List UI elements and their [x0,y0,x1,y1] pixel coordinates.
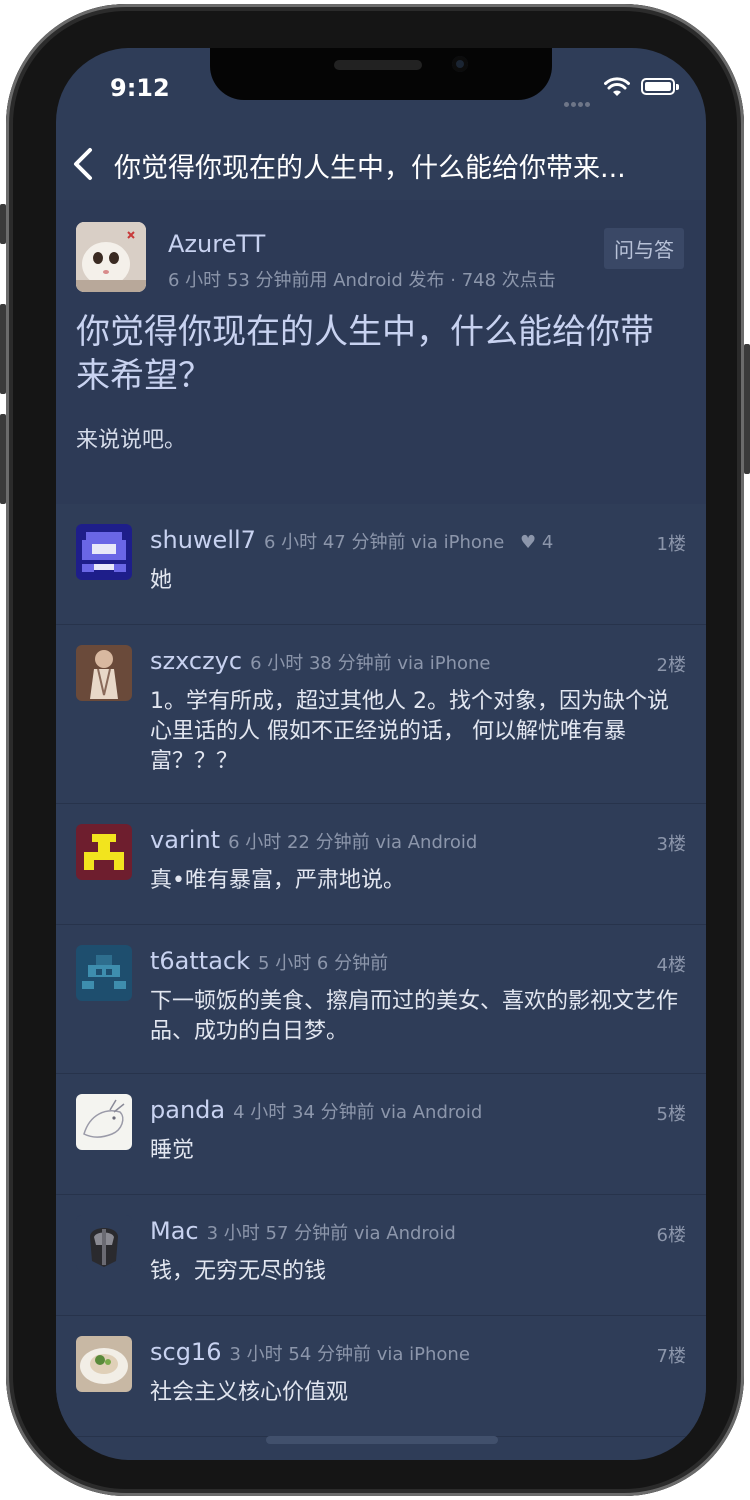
reply-info: 5 小时 6 分钟前 [258,953,389,974]
reply-username[interactable]: panda [150,1096,225,1124]
reply-user-line: shuwell7 6 小时 47 分钟前 via iPhone ♥ 4 [150,526,553,554]
reply-text: 她 [150,568,173,593]
reply-info: 6 小时 47 分钟前 via iPhone [263,532,505,553]
reply-text: 钱，无穷无尽的钱 [150,1259,327,1284]
topic-title: 你觉得你现在的人生中，什么能给你带来希望？ [76,312,654,396]
reply-text: 下一顿饭的美食、擦肩而过的美女、喜欢的影视文艺作品、成功的白日梦。 [150,989,679,1044]
reply-floor: 5楼 [656,1104,686,1125]
reply-likes: ♥ 4 [520,532,554,553]
topic-meta: 6 小时 53 分钟前用 Android 发布 · 748 次点击 [168,270,556,291]
reply-username[interactable]: scg16 [150,1338,221,1366]
author-avatar[interactable] [76,222,146,292]
reply-info: 6 小时 22 分钟前 via Android [228,832,478,853]
reply-floor: 1楼 [656,534,686,555]
author-name[interactable]: AzureTT [168,230,265,258]
reply-item[interactable]: shuwell7 6 小时 47 分钟前 via iPhone ♥ 4 1楼 她 [56,504,706,625]
reply-username[interactable]: varint [150,826,220,854]
reply-floor: 3楼 [656,834,686,855]
reply-text: 真•唯有暴富，严肃地说。 [150,868,405,893]
phone-frame: 9:12 你觉得你现在的人生中，什么能给你带来... AzureTT 问与答 6… [0,4,750,1496]
reply-item[interactable]: t6attack 5 小时 6 分钟前 4楼 下一顿饭的美食、擦肩而过的美女、喜欢… [56,925,706,1074]
topic-header: AzureTT 问与答 6 小时 53 分钟前用 Android 发布 · 74… [56,200,706,504]
node-tag[interactable]: 问与答 [604,228,684,269]
reply-username[interactable]: Mac [150,1217,199,1245]
reply-item[interactable]: scg16 3 小时 54 分钟前 via iPhone 7楼 社会主义核心价值观 [56,1316,706,1437]
reply-info: 3 小时 57 分钟前 via Android [206,1223,456,1244]
volume-up-button [0,304,6,394]
wifi-icon [604,77,630,96]
reply-info: 6 小时 38 分钟前 via iPhone [250,653,491,674]
sketch-avatar-icon [76,1094,132,1150]
home-indicator[interactable] [266,1436,498,1444]
pixel-avatar-icon [76,524,132,580]
reply-floor: 4楼 [656,955,686,976]
reply-avatar[interactable] [76,945,132,1001]
pixel-avatar-icon [76,824,132,880]
reply-avatar[interactable] [76,645,132,701]
reply-user-line: panda 4 小时 34 分钟前 via Android [150,1096,482,1124]
mute-switch [0,204,6,244]
reply-user-line: scg16 3 小时 54 分钟前 via iPhone [150,1338,470,1366]
reply-info: 3 小时 54 分钟前 via iPhone [229,1344,470,1365]
front-camera [452,56,468,72]
reply-user-line: t6attack 5 小时 6 分钟前 [150,947,388,975]
reply-floor: 2楼 [656,655,686,676]
reply-username[interactable]: shuwell7 [150,526,256,554]
reply-list: shuwell7 6 小时 47 分钟前 via iPhone ♥ 4 1楼 她 [56,504,706,1437]
pixel-avatar-icon [76,945,132,1001]
volume-down-button [0,414,6,504]
reply-avatar[interactable] [76,824,132,880]
battery-icon [641,78,679,95]
reply-text: 社会主义核心价值观 [150,1380,349,1405]
status-time: 9:12 [110,74,170,102]
food-avatar-icon [76,1336,132,1392]
reply-username[interactable]: t6attack [150,947,250,975]
screen: 9:12 你觉得你现在的人生中，什么能给你带来... AzureTT 问与答 6… [56,48,706,1460]
cat-avatar-image [76,222,146,292]
figure-avatar-icon [76,645,132,701]
signal-icon [564,92,596,107]
navigation-bar: 你觉得你现在的人生中，什么能给你带来... [56,128,706,200]
topic-content: 来说说吧。 [76,428,187,453]
reply-item[interactable]: panda 4 小时 34 分钟前 via Android 5楼 睡觉 [56,1074,706,1195]
reply-item[interactable]: Mac 3 小时 57 分钟前 via Android 6楼 钱，无穷无尽的钱 [56,1195,706,1316]
helmet-avatar-icon [76,1215,132,1271]
reply-user-line: Mac 3 小时 57 分钟前 via Android [150,1217,456,1245]
back-chevron-icon[interactable] [68,144,98,184]
reply-user-line: szxczyc 6 小时 38 分钟前 via iPhone [150,647,491,675]
reply-avatar[interactable] [76,1094,132,1150]
reply-text: 1。学有所成，超过其他人 2。找个对象，因为缺个说心里话的人 假如不正经说的话，… [150,689,669,774]
reply-item[interactable]: varint 6 小时 22 分钟前 via Android 3楼 真•唯有暴富，… [56,804,706,925]
notch [210,48,552,100]
reply-username[interactable]: szxczyc [150,647,242,675]
speaker [334,60,422,70]
reply-info: 4 小时 34 分钟前 via Android [233,1102,483,1123]
nav-title: 你觉得你现在的人生中，什么能给你带来... [114,153,626,184]
power-button [744,344,750,474]
reply-avatar[interactable] [76,1215,132,1271]
reply-avatar[interactable] [76,1336,132,1392]
reply-user-line: varint 6 小时 22 分钟前 via Android [150,826,477,854]
reply-text: 睡觉 [150,1138,195,1163]
reply-floor: 6楼 [656,1225,686,1246]
reply-avatar[interactable] [76,524,132,580]
reply-item[interactable]: szxczyc 6 小时 38 分钟前 via iPhone 2楼 1。学有所成，… [56,625,706,804]
reply-floor: 7楼 [656,1346,686,1367]
